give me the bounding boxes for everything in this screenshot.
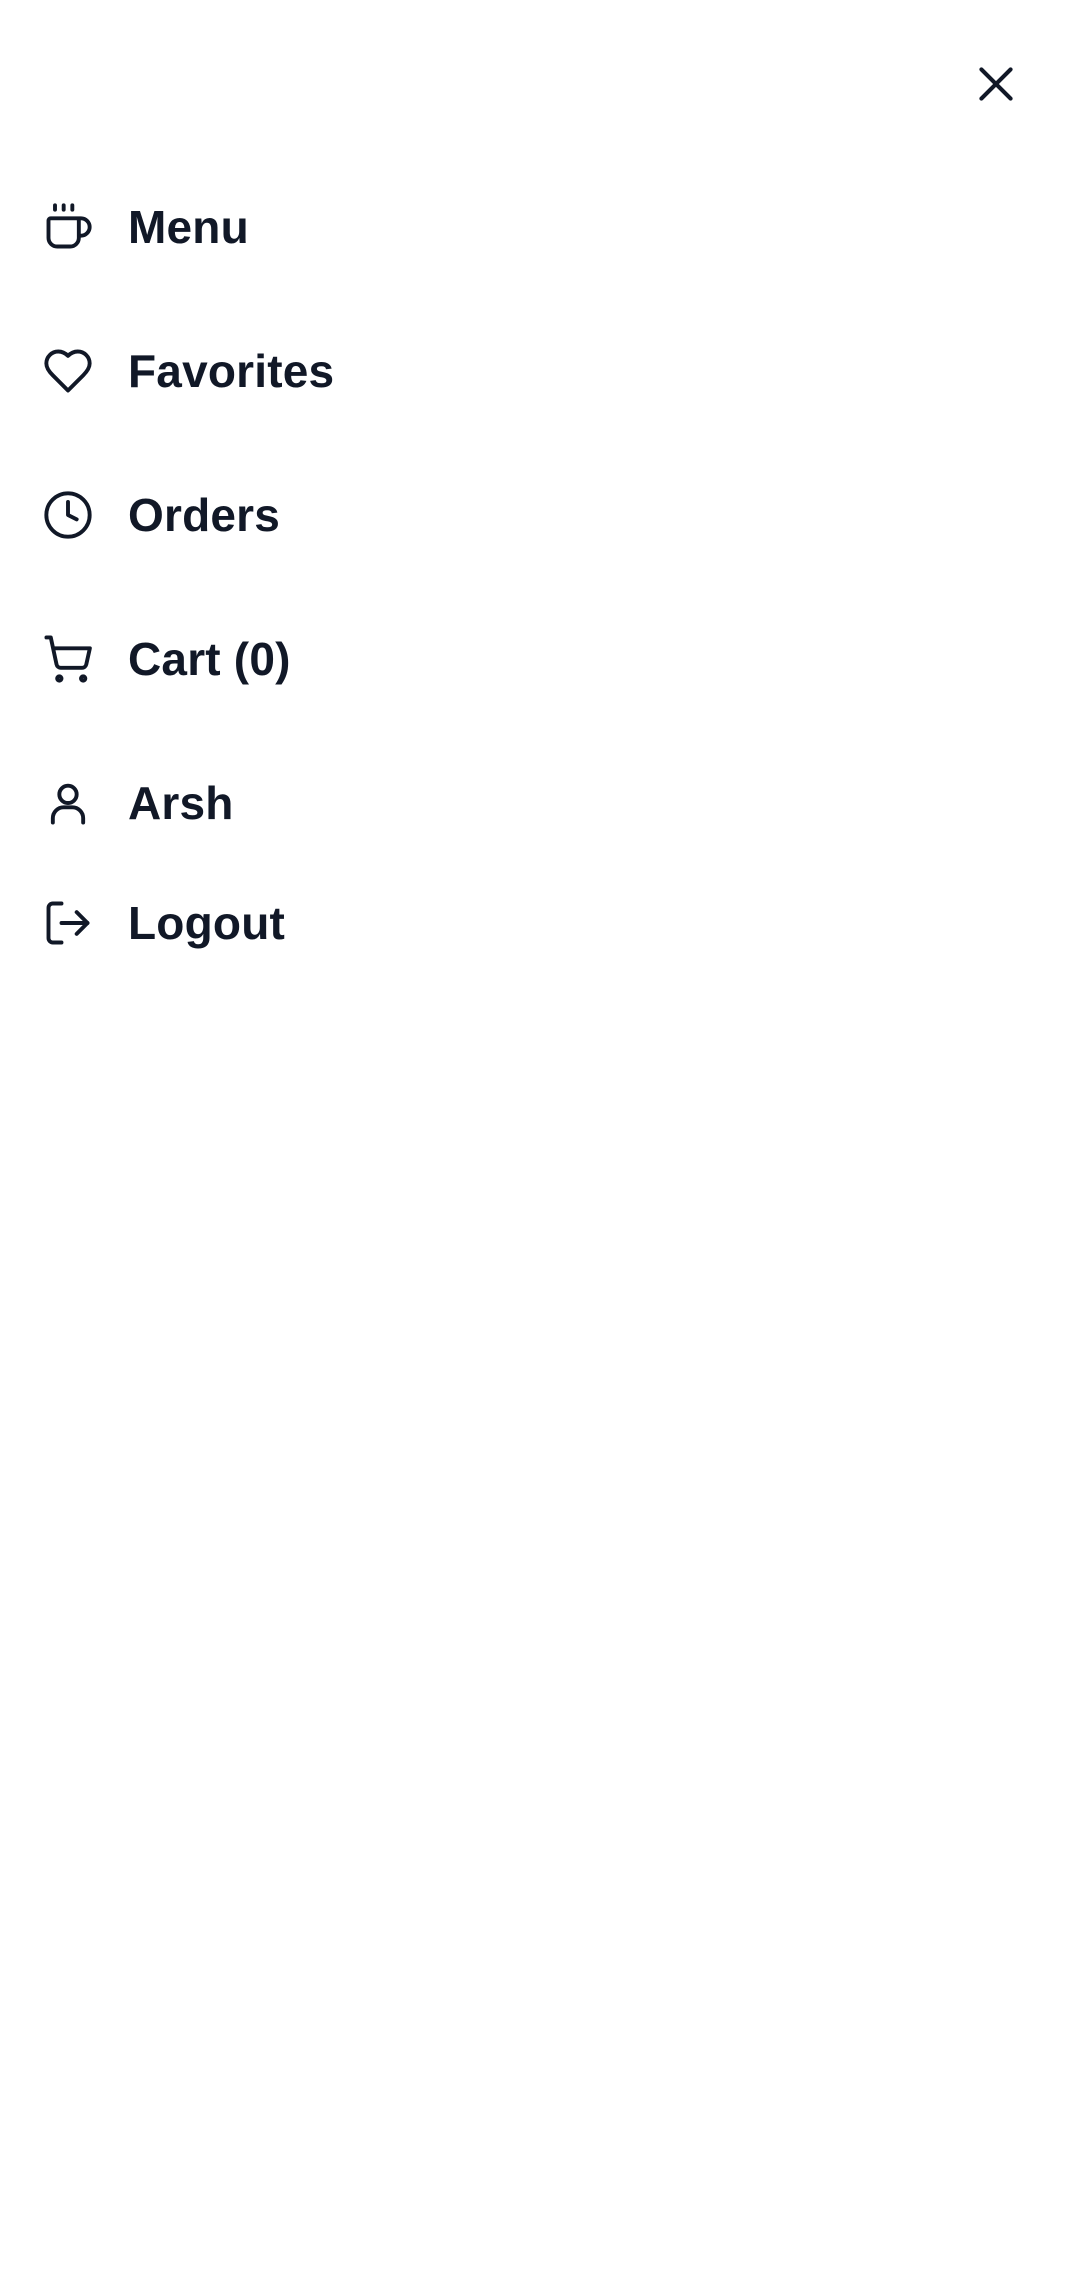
nav-item-logout[interactable]: Logout (40, 883, 285, 963)
navigation-drawer: Menu Favorites Orders Cart (0) Arsh Logo… (0, 0, 1080, 2295)
user-icon (40, 775, 96, 831)
nav-label-cart: Cart (0) (128, 633, 291, 685)
nav-item-favorites[interactable]: Favorites (40, 331, 334, 411)
nav-label-logout: Logout (128, 897, 286, 949)
nav-item-menu[interactable]: Menu (40, 187, 249, 267)
close-button[interactable] (966, 54, 1026, 114)
cart-icon (40, 631, 96, 687)
clock-icon (40, 487, 96, 543)
heart-icon (40, 343, 96, 399)
close-icon (979, 67, 1013, 101)
nav-label-favorites: Favorites (128, 345, 335, 397)
coffee-cup-icon (40, 199, 96, 255)
nav-label-orders: Orders (128, 489, 281, 541)
logout-icon (40, 895, 96, 951)
nav-label-profile: Arsh (128, 777, 234, 829)
nav-item-profile[interactable]: Arsh (40, 763, 234, 843)
nav-item-cart[interactable]: Cart (0) (40, 619, 291, 699)
nav-item-orders[interactable]: Orders (40, 475, 280, 555)
nav-label-menu: Menu (128, 201, 249, 253)
